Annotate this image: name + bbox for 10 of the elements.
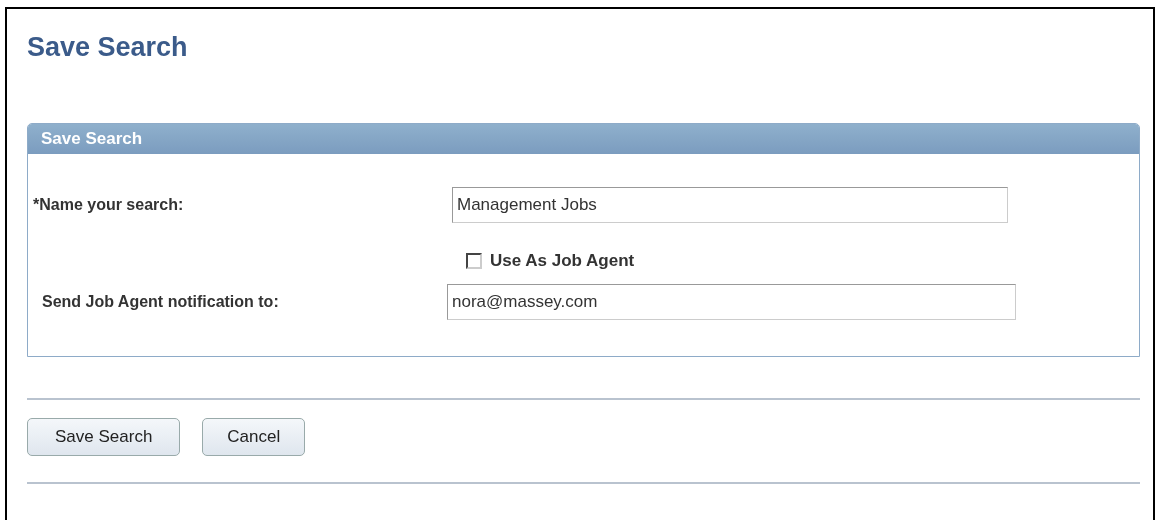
input-field[interactable]: nora@massey.com <box>447 284 1016 320</box>
field-label: Send Job Agent notification to: <box>41 293 280 311</box>
checkbox[interactable] <box>466 253 482 269</box>
checkbox-label: Use As Job Agent <box>490 251 635 271</box>
panel-header: Save Search <box>28 124 1139 154</box>
input-field[interactable]: Management Jobs <box>452 187 1008 223</box>
cancel-button[interactable]: Cancel <box>202 418 306 456</box>
save-button[interactable]: Save Search <box>27 418 181 456</box>
field-label: *Name your search: <box>32 196 185 214</box>
page-title: Save Search <box>27 31 189 63</box>
